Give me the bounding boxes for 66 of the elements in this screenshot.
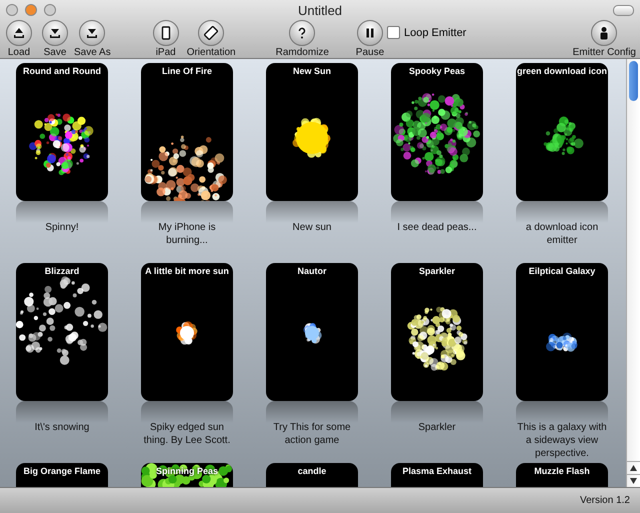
emitter-title: Spooky Peas [408, 66, 466, 76]
emitter-title: Blizzard [44, 266, 80, 276]
download-tray-icon [85, 26, 100, 40]
emitter-preview-card[interactable]: Line Of Fire [141, 63, 233, 201]
scroll-down-arrow[interactable] [630, 478, 637, 484]
toolbar-button[interactable]: Save As [74, 20, 111, 58]
particle-effect-drawing [407, 306, 468, 371]
emitter-title: New Sun [292, 66, 332, 76]
minimize-button[interactable] [25, 4, 37, 16]
emitter-title: Eilptical Galaxy [528, 266, 596, 276]
particle-effect-drawing [303, 323, 322, 344]
emitter-title: A little bit more sun [144, 266, 230, 276]
emitter-preview-card[interactable]: New Sun [266, 63, 358, 201]
emitter-preview-card[interactable]: green download icon [516, 63, 608, 201]
toolbar-button[interactable]: Ramdomize [276, 20, 329, 58]
zoom-button[interactable] [44, 4, 56, 16]
particle-effect-drawing [29, 113, 94, 176]
version-label: Version 1.2 [580, 495, 630, 506]
scrollbar-thumb[interactable] [629, 61, 638, 101]
rotated-tablet-icon [204, 26, 218, 40]
emitter-description: My iPhone is burning... [157, 221, 217, 247]
particle-effect-drawing [176, 321, 198, 345]
emitter-description: New sun [292, 221, 332, 234]
scroll-up-arrow[interactable] [630, 465, 637, 471]
emitter-preview-card[interactable]: Nautor [266, 263, 358, 401]
emitter-title: Round and Round [22, 66, 102, 76]
emitter-description: Spiky edged sun thing. By Lee Scott. [142, 421, 232, 447]
particle-effect-drawing [546, 332, 578, 352]
particle-effect-drawing [292, 118, 330, 158]
particle-effect-drawing [544, 116, 584, 155]
emitter-title: Big Orange Flame [22, 466, 102, 476]
emitter-preview-card[interactable]: Muzzle Flash [516, 463, 608, 487]
emitter-description: Try This for some action game [272, 421, 352, 447]
emitter-description: It\'s snowing [34, 421, 90, 434]
emitter-title: candle [296, 466, 328, 476]
emitter-title: Nautor [296, 266, 328, 276]
emitter-description: Sparkler [417, 421, 457, 434]
emitter-preview-card[interactable]: Spooky Peas [391, 63, 483, 201]
emitter-title: Muzzle Flash [533, 466, 591, 476]
checkbox[interactable] [386, 26, 400, 39]
emitter-description: This is a galaxy with a sideways view perspective. [516, 421, 608, 460]
download-tray-icon [48, 26, 62, 40]
emitter-preview-card[interactable]: candle [266, 463, 358, 487]
emitter-preview-card[interactable]: Blizzard [16, 263, 108, 401]
upload-tray-icon [12, 26, 26, 40]
emitter-description: I see dead peas... [396, 221, 478, 234]
toolbar-toggle-button[interactable] [613, 5, 634, 16]
emitter-title: Line Of Fire [160, 66, 213, 76]
emitter-title: green download icon [516, 66, 608, 76]
window-title: Untitled [296, 2, 344, 18]
emitter-preview-card[interactable]: Plasma Exhaust [391, 463, 483, 487]
emitter-preview-card[interactable]: A little bit more sun [141, 263, 233, 401]
close-button[interactable] [6, 4, 18, 16]
emitter-preview-card[interactable]: Sparkler [391, 263, 483, 401]
emitter-title: Sparkler [418, 266, 456, 276]
emitter-preview-card[interactable]: Big Orange Flame [16, 463, 108, 487]
emitter-preview-card[interactable]: Eilptical Galaxy [516, 263, 608, 401]
vertical-scrollbar[interactable] [626, 59, 640, 487]
checkbox-label: Loop Emitter [404, 26, 466, 38]
toolbar-button[interactable]: Orientation [186, 20, 236, 58]
emitter-description: a download icon emitter [524, 221, 600, 247]
emitter-config-button[interactable]: Emitter Config [572, 20, 636, 58]
emitter-title: Plasma Exhaust [401, 466, 473, 476]
emitter-preview-card[interactable]: Round and Round [16, 63, 108, 201]
loop-emitter-checkbox[interactable]: Loop Emitter [386, 26, 466, 39]
emitter-description: Spinny! [44, 221, 80, 234]
